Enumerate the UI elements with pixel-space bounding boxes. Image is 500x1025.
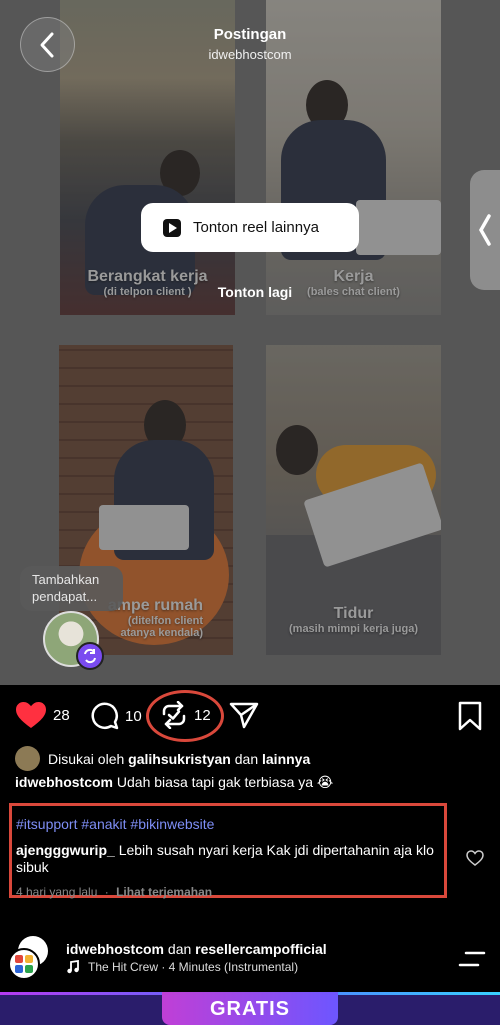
like-action[interactable]: 28 <box>15 701 70 729</box>
liked-others[interactable]: lainnya <box>262 751 310 767</box>
caption-text: Udah biasa tapi gak terbiasa ya 😭 <box>116 774 334 790</box>
repost-icon <box>84 648 96 664</box>
comment-meta: 4 hari yang lalu · Lihat terjemahan <box>16 885 213 899</box>
menu-lines-icon <box>458 951 486 967</box>
heart-filled-icon <box>16 702 46 728</box>
comment-time: 4 hari yang lalu <box>16 885 98 899</box>
free-button[interactable]: GRATIS <box>162 992 338 1025</box>
liked-user[interactable]: galihsukristyan <box>128 751 231 767</box>
action-bar: 28 10 12 <box>0 686 500 746</box>
avatar <box>15 746 40 771</box>
heart-outline-icon <box>466 850 484 866</box>
more-button[interactable] <box>458 950 486 973</box>
caption-author[interactable]: idwebhostcom <box>15 774 113 790</box>
repost-highlight-circle <box>146 690 224 742</box>
add-comment-bubble[interactable]: Tambahkan pendapat... <box>20 566 123 611</box>
bookmark-icon <box>458 701 482 731</box>
repost-badge <box>76 642 104 670</box>
liked-by-row[interactable]: Disukai oleh galihsukristyan dan lainnya <box>15 746 310 771</box>
watch-again-button[interactable]: Tonton lagi <box>0 284 500 300</box>
avatar <box>8 948 40 980</box>
liked-prefix: Disukai oleh <box>48 750 129 767</box>
music-note-icon <box>67 960 79 974</box>
page-title: Postingan <box>213 26 287 43</box>
post-caption: idwebhostcom Udah biasa tapi gak terbias… <box>15 774 333 791</box>
comment-icon <box>91 702 119 730</box>
send-icon <box>229 702 259 729</box>
watch-more-reels-button[interactable]: Tonton reel lainnya <box>141 203 359 252</box>
audio-author[interactable]: idwebhostcom <box>66 941 164 957</box>
share-action[interactable] <box>229 701 259 729</box>
top-comment: ajengggwurip_ Lebih susah nyari kerja Ka… <box>16 842 446 876</box>
audio-track[interactable]: The Hit Crew · 4 Minutes (Instrumental) <box>66 960 298 974</box>
audio-row[interactable]: idwebhostcom dan resellercampofficial Th… <box>0 930 500 990</box>
hashtags[interactable]: #itsupport #anakit #bikinwebsite <box>16 816 214 832</box>
promo-banner[interactable]: GRATIS <box>0 992 500 1025</box>
page-subtitle[interactable]: idwebhostcom <box>0 47 500 62</box>
reel-video[interactable]: Berangkat kerja (di telpon client ) Kerj… <box>0 0 500 685</box>
audio-author[interactable]: resellercampofficial <box>195 941 327 957</box>
comment-author[interactable]: ajengggwurip_ <box>16 842 115 858</box>
liked-mid: dan <box>230 750 262 767</box>
chevron-left-icon <box>478 214 491 246</box>
comment-action[interactable]: 10 <box>89 701 142 731</box>
save-action[interactable] <box>457 701 483 731</box>
comment-count: 10 <box>125 707 142 725</box>
watch-more-label: Tonton reel lainnya <box>193 219 319 236</box>
track-name: The Hit Crew · 4 Minutes (Instrumental) <box>88 960 299 974</box>
brand-logo-icon <box>15 955 33 973</box>
see-translation-link[interactable]: Lihat terjemahan <box>116 885 212 899</box>
comment-like-button[interactable] <box>466 850 484 871</box>
audio-authors: idwebhostcom dan resellercampofficial <box>66 941 327 957</box>
play-icon <box>163 218 181 237</box>
like-count: 28 <box>53 706 70 724</box>
audio-joiner: dan <box>164 941 196 957</box>
side-drawer-handle[interactable] <box>470 170 500 290</box>
